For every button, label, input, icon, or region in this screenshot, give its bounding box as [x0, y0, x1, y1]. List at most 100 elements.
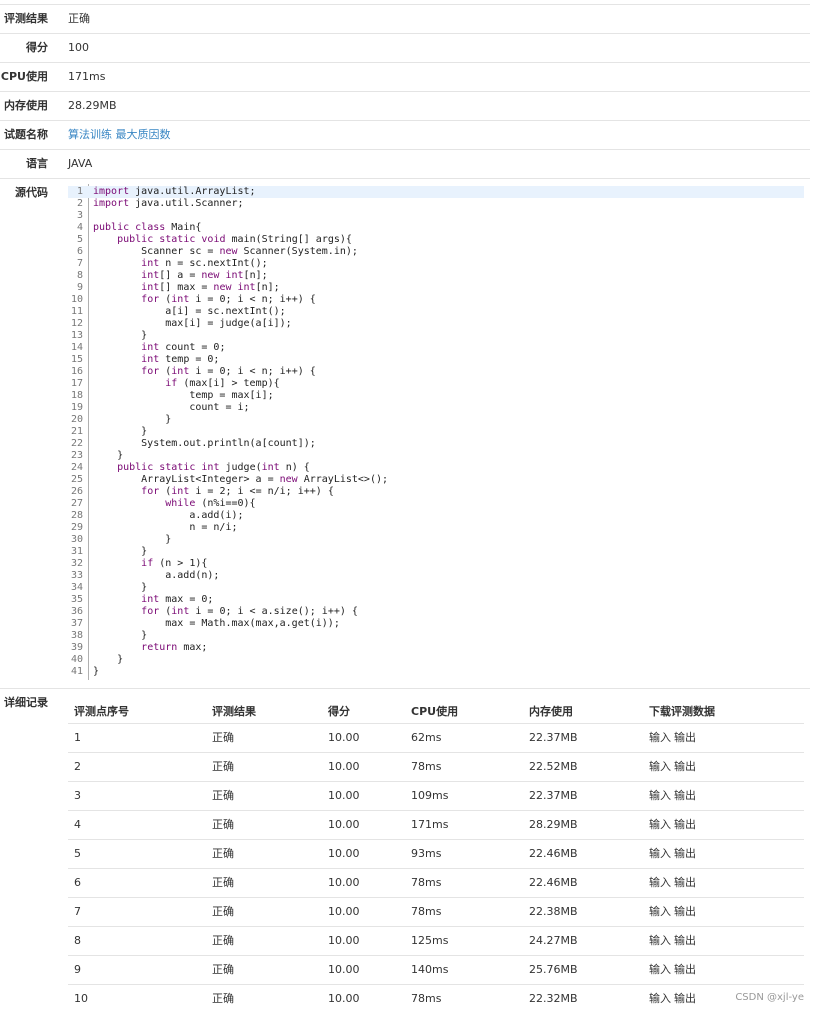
case-cpu-cell: 125ms	[411, 934, 449, 947]
code-line: 14 int count = 0;	[68, 342, 804, 354]
problem-label: 试题名称	[4, 128, 48, 141]
code-line: 1 import java.util.ArrayList;	[68, 186, 804, 198]
download-input-link[interactable]: 输入	[649, 840, 671, 868]
case-no-cell: 6	[74, 876, 81, 889]
source-code-block[interactable]: 1 import java.util.ArrayList; 2 import java…	[68, 184, 804, 682]
language-row: 语言 JAVA	[0, 149, 810, 178]
case-no-cell: 8	[74, 934, 81, 947]
line-number: 4	[76, 222, 83, 233]
score-value: 100	[68, 41, 89, 54]
line-number: 36	[70, 606, 83, 617]
download-output-link[interactable]: 输出	[674, 927, 696, 955]
line-number: 1	[76, 186, 83, 197]
problem-link[interactable]: 算法训练 最大质因数	[68, 121, 171, 149]
table-row: 5 正确 10.00 93ms 22.46MB 输入 输出	[68, 839, 804, 868]
case-memory-cell: 22.52MB	[529, 760, 578, 773]
header-case-no: 评测点序号	[74, 705, 129, 718]
line-number: 41	[70, 666, 83, 677]
code-text: import java.util.ArrayList;	[93, 186, 256, 197]
header-result: 评测结果	[212, 705, 256, 718]
code-text: }	[93, 426, 148, 437]
case-score-cell: 10.00	[328, 731, 360, 744]
code-line: 31 }	[68, 546, 804, 558]
case-memory-cell: 22.37MB	[529, 789, 578, 802]
download-input-link[interactable]: 输入	[649, 898, 671, 926]
code-text: if (n > 1){	[141, 558, 208, 569]
line-number: 7	[76, 258, 83, 269]
code-text: ArrayList<Integer> a = new ArrayList<>()…	[93, 474, 389, 485]
code-text: for (int i = 0; i < n; i++) {	[141, 366, 316, 377]
case-result-cell: 正确	[212, 992, 234, 1005]
table-row: 6 正确 10.00 78ms 22.46MB 输入 输出	[68, 868, 804, 897]
source-label: 源代码	[15, 186, 48, 199]
download-input-link[interactable]: 输入	[649, 753, 671, 781]
code-line: 9 int[] max = new int[n];	[68, 282, 804, 294]
case-result-cell: 正确	[212, 731, 234, 744]
code-text: public static int judge(int n) {	[117, 462, 310, 473]
download-output-link[interactable]: 输出	[674, 782, 696, 810]
line-number: 9	[76, 282, 83, 293]
download-input-link[interactable]: 输入	[649, 811, 671, 839]
download-output-link[interactable]: 输出	[674, 956, 696, 984]
case-result-cell: 正确	[212, 760, 234, 773]
code-line: 10 for (int i = 0; i < n; i++) {	[68, 294, 804, 306]
result-row: 评测结果 正确	[0, 4, 810, 33]
code-text: }	[93, 546, 148, 557]
code-line: 38 }	[68, 630, 804, 642]
download-output-link[interactable]: 输出	[674, 898, 696, 926]
line-number: 25	[70, 474, 83, 485]
download-input-link[interactable]: 输入	[649, 782, 671, 810]
download-output-link[interactable]: 输出	[674, 753, 696, 781]
cpu-value: 171ms	[68, 70, 106, 83]
code-text: int n = sc.nextInt();	[141, 258, 268, 269]
line-number: 27	[70, 498, 83, 509]
case-memory-cell: 22.38MB	[529, 905, 578, 918]
code-text: count = i;	[93, 402, 250, 413]
case-no-cell: 5	[74, 847, 81, 860]
download-output-link[interactable]: 输出	[674, 985, 696, 1013]
table-row: 4 正确 10.00 171ms 28.29MB 输入 输出	[68, 810, 804, 839]
header-memory: 内存使用	[529, 705, 573, 718]
case-memory-cell: 22.37MB	[529, 731, 578, 744]
download-input-link[interactable]: 输入	[649, 927, 671, 955]
download-input-link[interactable]: 输入	[649, 956, 671, 984]
code-line: 8 int[] a = new int[n];	[68, 270, 804, 282]
code-text: }	[93, 414, 172, 425]
case-memory-cell: 25.76MB	[529, 963, 578, 976]
case-memory-cell: 22.32MB	[529, 992, 578, 1005]
case-cpu-cell: 109ms	[411, 789, 449, 802]
download-output-link[interactable]: 输出	[674, 811, 696, 839]
line-number: 6	[76, 246, 83, 257]
code-text: for (int i = 0; i < a.size(); i++) {	[141, 606, 358, 617]
download-input-link[interactable]: 输入	[649, 985, 671, 1013]
code-text: for (int i = 2; i <= n/i; i++) {	[141, 486, 334, 497]
code-text: int count = 0;	[141, 342, 226, 353]
code-line: 25 ArrayList<Integer> a = new ArrayList<…	[68, 474, 804, 486]
case-memory-cell: 28.29MB	[529, 818, 578, 831]
code-text: System.out.println(a[count]);	[93, 438, 316, 449]
code-line: 16 for (int i = 0; i < n; i++) {	[68, 366, 804, 378]
header-score: 得分	[328, 705, 350, 718]
case-score-cell: 10.00	[328, 760, 360, 773]
download-output-link[interactable]: 输出	[674, 869, 696, 897]
code-line: 36 for (int i = 0; i < a.size(); i++) {	[68, 606, 804, 618]
table-row: 2 正确 10.00 78ms 22.52MB 输入 输出	[68, 752, 804, 781]
line-number: 20	[70, 414, 83, 425]
code-line: 34 }	[68, 582, 804, 594]
download-input-link[interactable]: 输入	[649, 869, 671, 897]
code-text: Scanner sc = new Scanner(System.in);	[93, 246, 358, 257]
download-input-link[interactable]: 输入	[649, 724, 671, 752]
code-line: 7 int n = sc.nextInt();	[68, 258, 804, 270]
case-cpu-cell: 78ms	[411, 905, 442, 918]
case-no-cell: 3	[74, 789, 81, 802]
code-line: 21 }	[68, 426, 804, 438]
memory-row: 内存使用 28.29MB	[0, 91, 810, 120]
download-output-link[interactable]: 输出	[674, 840, 696, 868]
code-line: 27 while (n%i==0){	[68, 498, 804, 510]
download-output-link[interactable]: 输出	[674, 724, 696, 752]
code-line: 17 if (max[i] > temp){	[68, 378, 804, 390]
code-line: 4 public class Main{	[68, 222, 804, 234]
line-number: 5	[76, 234, 83, 245]
line-number: 37	[70, 618, 83, 629]
code-text: temp = max[i];	[93, 390, 274, 401]
